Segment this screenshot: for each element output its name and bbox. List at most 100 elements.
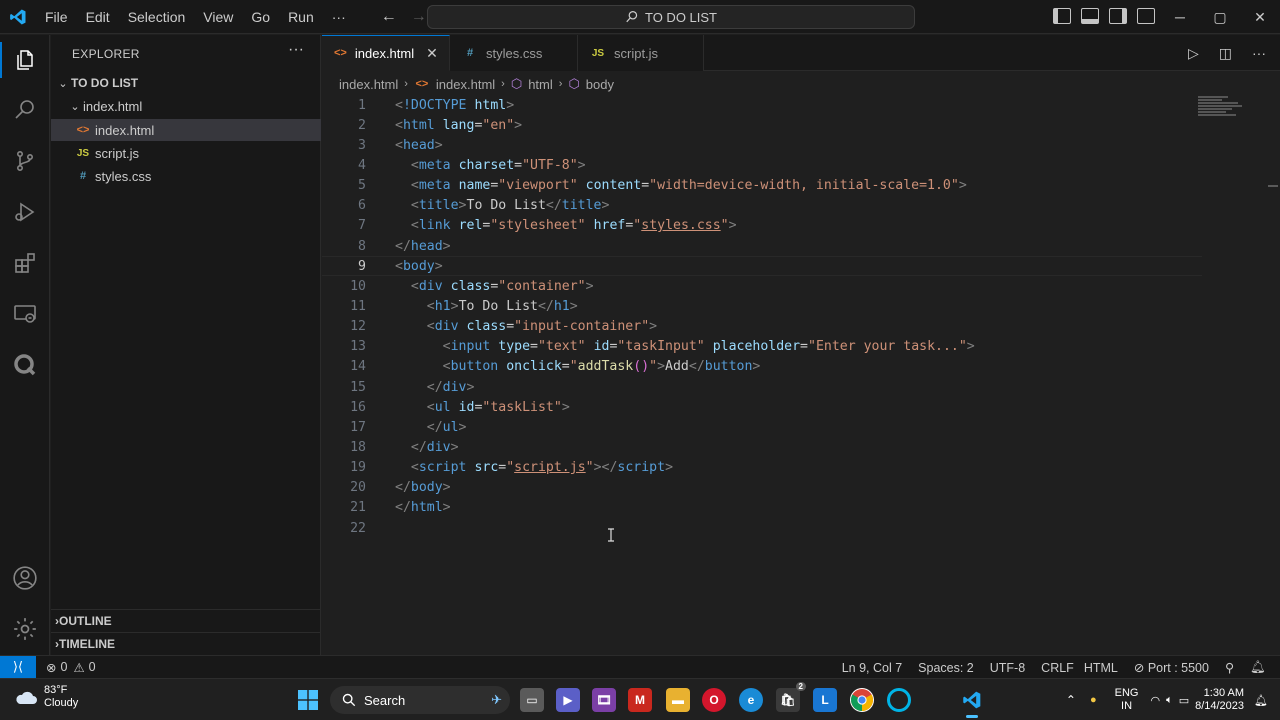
explorer-icon[interactable] [0, 36, 50, 84]
code-line[interactable]: 20 </body> [322, 478, 1202, 498]
code-line[interactable]: 3 <head> [322, 135, 1202, 155]
edge-icon[interactable]: e [739, 688, 763, 712]
vscode-taskbar-icon[interactable] [960, 688, 984, 718]
code-line[interactable]: 12 <div class="input-container"> [322, 317, 1202, 337]
notification-center-icon[interactable]: 🔔︎ [1254, 694, 1268, 707]
code-line[interactable]: 21 </html> [322, 498, 1202, 518]
file-explorer-icon[interactable]: ▬ [666, 688, 690, 712]
cortana-icon[interactable] [887, 688, 911, 712]
taskbar-search[interactable]: Search ✈ [330, 686, 510, 714]
run-debug-icon[interactable] [0, 188, 50, 236]
language-mode[interactable]: HTML [1084, 661, 1118, 675]
explorer-more-actions[interactable]: ··· [288, 41, 304, 59]
chrome-icon[interactable] [850, 688, 874, 712]
l-app-icon[interactable]: L [813, 688, 837, 712]
breadcrumb-file[interactable]: index.html [436, 77, 495, 92]
breadcrumb-body[interactable]: body [586, 77, 614, 92]
more-actions-icon[interactable]: ··· [1252, 45, 1266, 62]
close-icon[interactable]: ✕ [426, 45, 438, 62]
chevron-up-icon[interactable]: ⌃ [1066, 693, 1076, 707]
code-line[interactable]: 14 <button onclick="addTask()">Add</butt… [322, 357, 1202, 377]
menu-run[interactable]: Run [279, 0, 323, 34]
code-line[interactable]: 19 <script src="script.js"></script> [322, 458, 1202, 478]
code-line[interactable]: 4 <meta charset="UTF-8"> [322, 155, 1202, 175]
menu-file[interactable]: File [36, 0, 77, 34]
run-play-icon[interactable]: ▷ [1188, 45, 1199, 62]
remote-indicator-icon[interactable]: ⟩⟨ [0, 655, 36, 679]
tree-folder-index[interactable]: ⌄ index.html [51, 95, 321, 117]
search-icon[interactable] [0, 86, 50, 134]
clock[interactable]: 1:30 AM 8/14/2023 [1195, 687, 1244, 713]
windows-start-icon[interactable] [296, 688, 320, 712]
code-line[interactable]: 10 <div class="container"> [322, 276, 1202, 296]
code-line[interactable]: 15 </div> [322, 377, 1202, 397]
menu-view[interactable]: View [194, 0, 242, 34]
outline-section[interactable]: › OUTLINE [51, 609, 321, 631]
notifications-bell-icon[interactable]: 🔔︎ [1250, 660, 1266, 675]
tree-root-folder[interactable]: ⌄ TO DO LIST [51, 72, 321, 94]
tree-file-script-js[interactable]: JS script.js [51, 142, 321, 164]
live-server-port[interactable]: ⊘ Port : 5500 [1134, 660, 1209, 675]
code-line[interactable]: 17 </ul> [322, 417, 1202, 437]
task-view-icon[interactable]: ▭ [520, 688, 544, 712]
menu-go[interactable]: Go [242, 0, 279, 34]
toggle-secondary-sidebar-icon[interactable] [1109, 8, 1127, 24]
code-line[interactable]: 1 <!DOCTYPE html> [322, 95, 1202, 115]
encoding[interactable]: UTF-8 [990, 661, 1025, 675]
tab-index-html[interactable]: <> index.html ✕ [322, 35, 450, 71]
line-ending[interactable]: CRLF [1041, 661, 1074, 675]
cursor-position[interactable]: Ln 9, Col 7 [842, 661, 902, 675]
feedback-icon[interactable]: ⚲ [1225, 660, 1234, 675]
back-arrow-icon[interactable]: ← [381, 8, 397, 26]
tab-script-js[interactable]: JS script.js [578, 35, 704, 71]
minimap[interactable] [1198, 95, 1248, 125]
language-indicator[interactable]: ENG IN [1115, 687, 1139, 713]
code-line[interactable]: 8 </head> [322, 236, 1202, 256]
tab-styles-css[interactable]: # styles.css [450, 35, 578, 71]
weather-widget[interactable]: 83°F Cloudy [14, 684, 78, 710]
code-line[interactable]: 18 </div> [322, 437, 1202, 457]
code-line[interactable]: 7 <link rel="stylesheet" href="styles.cs… [322, 216, 1202, 236]
mcafee-icon[interactable]: M [628, 688, 652, 712]
menu-more[interactable]: ··· [323, 0, 355, 34]
toggle-primary-sidebar-icon[interactable] [1053, 8, 1071, 24]
customize-layout-icon[interactable] [1137, 8, 1155, 24]
problems-indicator[interactable]: ⊗ 0 ⚠ 0 [46, 660, 96, 675]
vertical-scrollbar[interactable] [1266, 95, 1280, 655]
code-editor[interactable]: 1 <!DOCTYPE html> 2 <html lang="en"> 3 <hea… [322, 95, 1202, 538]
code-line[interactable]: 13 <input type="text" id="taskInput" pla… [322, 337, 1202, 357]
remote-explorer-icon[interactable] [0, 290, 50, 338]
close-window-button[interactable]: ✕ [1240, 0, 1280, 34]
toggle-panel-icon[interactable] [1081, 8, 1099, 24]
extensions-icon[interactable] [0, 239, 50, 287]
menu-selection[interactable]: Selection [119, 0, 195, 34]
maximize-button[interactable]: ▢ [1200, 0, 1240, 34]
manage-gear-icon[interactable] [0, 605, 50, 653]
minimize-button[interactable]: ─ [1160, 0, 1200, 34]
code-line[interactable]: 16 <ul id="taskList"> [322, 397, 1202, 417]
tree-file-index-html[interactable]: <> index.html [51, 119, 321, 141]
menu-edit[interactable]: Edit [77, 0, 119, 34]
volume-icon[interactable]: 🔈︎ [1166, 694, 1173, 707]
opera-icon[interactable]: O [702, 688, 726, 712]
code-line[interactable]: 6 <title>To Do List</title> [322, 196, 1202, 216]
forward-arrow-icon[interactable]: → [411, 8, 427, 26]
source-control-icon[interactable] [0, 137, 50, 185]
split-editor-icon[interactable]: ◫ [1219, 45, 1232, 62]
code-line[interactable]: 22 [322, 518, 1202, 538]
live-share-icon[interactable] [0, 341, 50, 389]
code-line-current[interactable]: 9 <body> [322, 256, 1202, 277]
clipchamp-icon[interactable]: 🎞︎ [592, 688, 616, 712]
code-line[interactable]: 11 <h1>To Do List</h1> [322, 296, 1202, 316]
teams-chat-icon[interactable]: ▶ [556, 688, 580, 712]
accounts-icon[interactable] [0, 554, 50, 602]
breadcrumb-html[interactable]: html [528, 77, 553, 92]
tray-app-icon[interactable]: ● [1090, 694, 1097, 706]
breadcrumb-folder[interactable]: index.html [339, 77, 398, 92]
timeline-section[interactable]: › TIMELINE [51, 632, 321, 654]
code-line[interactable]: 5 <meta name="viewport" content="width=d… [322, 176, 1202, 196]
battery-icon[interactable]: ▭ [1179, 694, 1189, 707]
microsoft-store-icon[interactable]: 🛍︎ 2 [776, 682, 806, 712]
indentation[interactable]: Spaces: 2 [918, 661, 974, 675]
code-line[interactable]: 2 <html lang="en"> [322, 115, 1202, 135]
